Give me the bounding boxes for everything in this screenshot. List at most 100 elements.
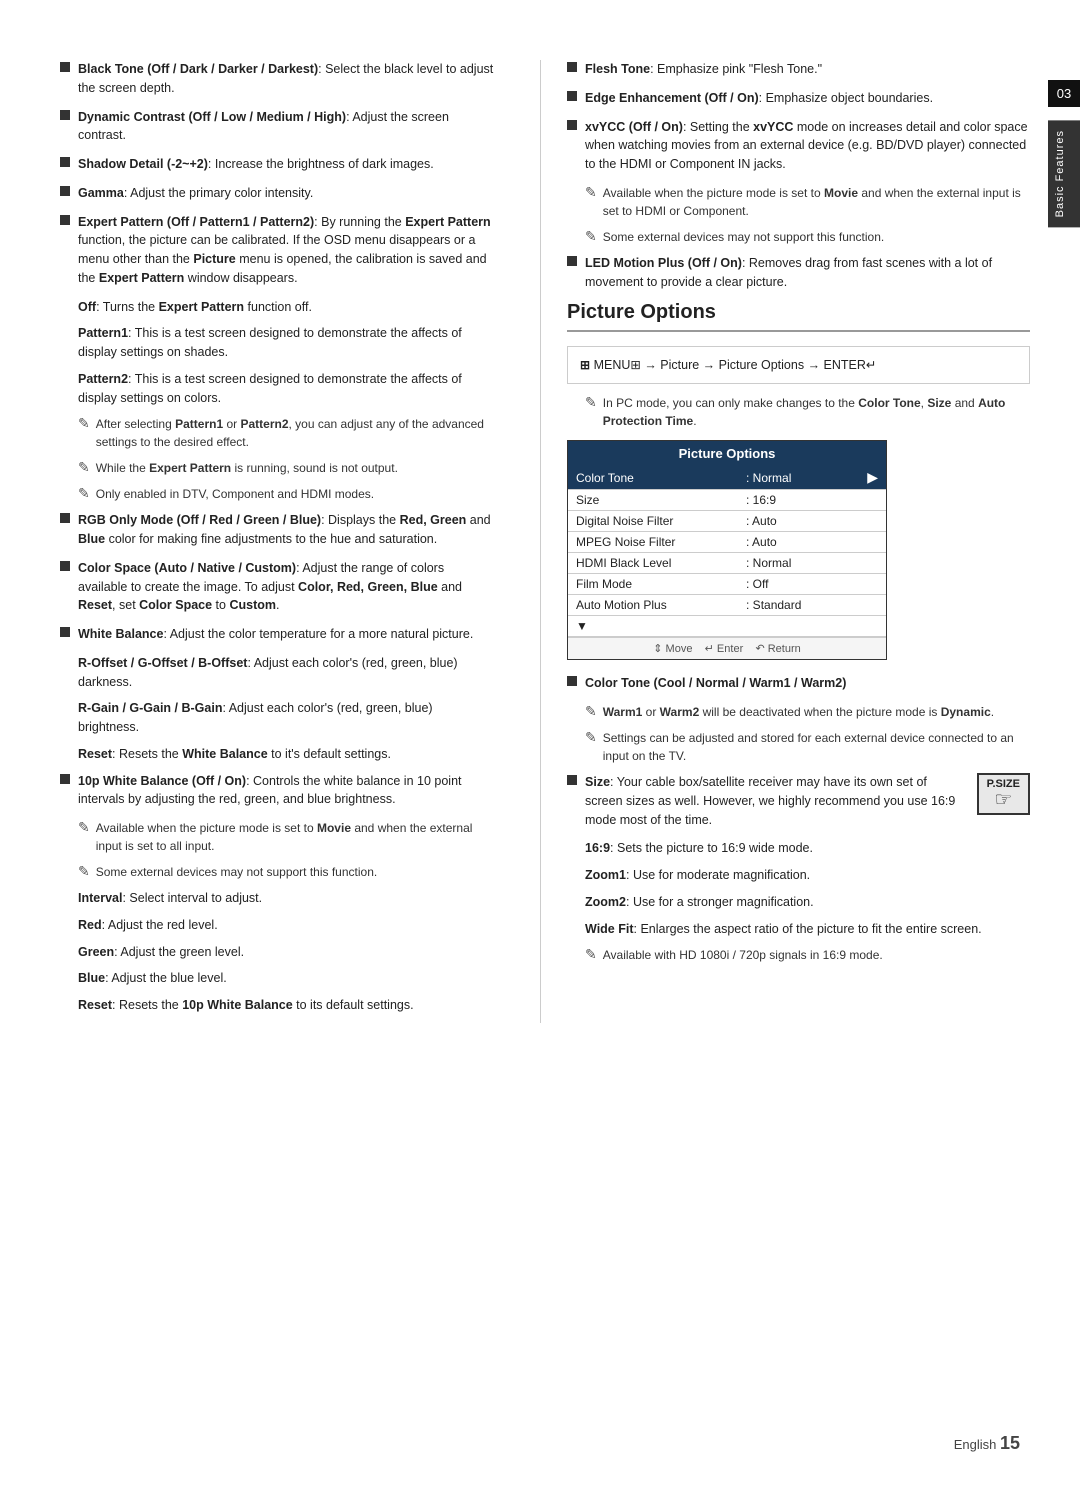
note-item: ✎ Available with HD 1080i / 720p signals… <box>585 946 1030 964</box>
list-item: White Balance: Adjust the color temperat… <box>60 625 494 644</box>
bullet-icon <box>567 256 577 266</box>
note-item: ✎ While the Expert Pattern is running, s… <box>78 459 494 477</box>
bullet-text: Expert Pattern (Off / Pattern1 / Pattern… <box>78 213 494 288</box>
bullet-icon <box>60 561 70 571</box>
note-item: ✎ Warm1 or Warm2 will be deactivated whe… <box>585 703 1030 721</box>
list-item: RGB Only Mode (Off / Red / Green / Blue)… <box>60 511 494 549</box>
bullet-text: Color Tone (Cool / Normal / Warm1 / Warm… <box>585 674 846 693</box>
footer-text: English <box>954 1437 997 1452</box>
note-text: Some external devices may not support th… <box>96 863 377 881</box>
note-item: ✎ Settings can be adjusted and stored fo… <box>585 729 1030 765</box>
osd-row-value: : Auto <box>746 535 878 549</box>
osd-row-value: : 16:9 <box>746 493 878 507</box>
note-item: ✎ Only enabled in DTV, Component and HDM… <box>78 485 494 503</box>
note-icon: ✎ <box>78 819 90 836</box>
osd-table-row: Color Tone : Normal ▶ <box>568 466 886 490</box>
bullet-icon <box>60 774 70 784</box>
note-icon: ✎ <box>585 184 597 201</box>
osd-table-row: Size : 16:9 <box>568 490 886 511</box>
bullet-text: Gamma: Adjust the primary color intensit… <box>78 184 313 203</box>
osd-table-row: Digital Noise Filter : Auto <box>568 511 886 532</box>
osd-row-value: : Normal <box>746 556 878 570</box>
sub-para: Reset: Resets the 10p White Balance to i… <box>78 996 494 1015</box>
note-icon: ✎ <box>78 863 90 880</box>
osd-table-row: ▼ <box>568 616 886 637</box>
osd-row-arrow: ▶ <box>867 469 878 486</box>
list-item: xvYCC (Off / On): Setting the xvYCC mode… <box>567 118 1030 174</box>
sub-para: Pattern1: This is a test screen designed… <box>78 324 494 362</box>
list-item: Flesh Tone: Emphasize pink "Flesh Tone." <box>567 60 1030 79</box>
note-text: Only enabled in DTV, Component and HDMI … <box>96 485 374 503</box>
osd-row-value: : Auto <box>746 514 878 528</box>
list-item: Black Tone (Off / Dark / Darker / Darkes… <box>60 60 494 98</box>
sub-para: Blue: Adjust the blue level. <box>78 969 494 988</box>
bullet-text: 10p White Balance (Off / On): Controls t… <box>78 772 494 810</box>
bullet-text: Edge Enhancement (Off / On): Emphasize o… <box>585 89 933 108</box>
note-icon: ✎ <box>585 703 597 720</box>
osd-table-header: Picture Options <box>568 441 886 466</box>
note-icon: ✎ <box>585 228 597 245</box>
list-item: Edge Enhancement (Off / On): Emphasize o… <box>567 89 1030 108</box>
sub-para: Reset: Resets the White Balance to it's … <box>78 745 494 764</box>
note-text: Settings can be adjusted and stored for … <box>603 729 1030 765</box>
note-text: After selecting Pattern1 or Pattern2, yo… <box>96 415 494 451</box>
bullet-text: Dynamic Contrast (Off / Low / Medium / H… <box>78 108 494 146</box>
size-section: Size: Your cable box/satellite receiver … <box>567 773 1030 829</box>
bullet-text: Black Tone (Off / Dark / Darker / Darkes… <box>78 60 494 98</box>
bullet-text: Shadow Detail (-2~+2): Increase the brig… <box>78 155 434 174</box>
bullet-text: White Balance: Adjust the color temperat… <box>78 625 473 644</box>
content-area: Black Tone (Off / Dark / Darker / Darkes… <box>0 0 1080 1083</box>
osd-row-label: MPEG Noise Filter <box>576 535 746 549</box>
sub-para: R-Offset / G-Offset / B-Offset: Adjust e… <box>78 654 494 692</box>
note-icon: ✎ <box>78 415 90 432</box>
menu-path-box: ⊞ MENU⊞ → Picture → Picture Options → EN… <box>567 346 1030 384</box>
note-icon: ✎ <box>585 394 597 411</box>
note-text: Available with HD 1080i / 720p signals i… <box>603 946 883 964</box>
list-item: 10p White Balance (Off / On): Controls t… <box>60 772 494 810</box>
bullet-text: LED Motion Plus (Off / On): Removes drag… <box>585 254 1030 292</box>
osd-row-label: Film Mode <box>576 577 746 591</box>
bullet-icon <box>567 120 577 130</box>
column-divider <box>540 60 541 1023</box>
bullet-text: Size: Your cable box/satellite receiver … <box>585 773 965 829</box>
left-column: Black Tone (Off / Dark / Darker / Darkes… <box>60 60 524 1023</box>
sub-para: Green: Adjust the green level. <box>78 943 494 962</box>
list-item: Gamma: Adjust the primary color intensit… <box>60 184 494 203</box>
osd-row-value: : Standard <box>746 598 878 612</box>
osd-row-value: : Normal <box>746 471 867 485</box>
osd-row-label: Digital Noise Filter <box>576 514 746 528</box>
sub-para: Wide Fit: Enlarges the aspect ratio of t… <box>585 920 1030 939</box>
osd-row-value: : Off <box>746 577 878 591</box>
footer-number: 15 <box>1000 1433 1020 1453</box>
size-bullet: Size: Your cable box/satellite receiver … <box>567 773 965 829</box>
list-item: Shadow Detail (-2~+2): Increase the brig… <box>60 155 494 174</box>
menu-path-text: MENU⊞ → Picture → Picture Options → ENTE… <box>594 358 877 372</box>
osd-row-label: Auto Motion Plus <box>576 598 746 612</box>
list-item: Dynamic Contrast (Off / Low / Medium / H… <box>60 108 494 146</box>
bullet-icon <box>567 676 577 686</box>
osd-row-scroll: ▼ <box>576 619 746 633</box>
menu-icon: ⊞ <box>580 358 590 372</box>
list-item: LED Motion Plus (Off / On): Removes drag… <box>567 254 1030 292</box>
sub-para: R-Gain / G-Gain / B-Gain: Adjust each co… <box>78 699 494 737</box>
bullet-icon <box>60 62 70 72</box>
osd-row-label: Size <box>576 493 746 507</box>
side-tab-number: 03 <box>1048 80 1080 107</box>
bullet-text: xvYCC (Off / On): Setting the xvYCC mode… <box>585 118 1030 174</box>
bullet-icon <box>60 110 70 120</box>
osd-table-row: Film Mode : Off <box>568 574 886 595</box>
bullet-icon <box>60 513 70 523</box>
osd-row-label: Color Tone <box>576 471 746 485</box>
note-icon: ✎ <box>78 459 90 476</box>
osd-row-label: HDMI Black Level <box>576 556 746 570</box>
note-icon: ✎ <box>78 485 90 502</box>
bullet-text: RGB Only Mode (Off / Red / Green / Blue)… <box>78 511 494 549</box>
list-item: Color Tone (Cool / Normal / Warm1 / Warm… <box>567 674 1030 693</box>
osd-table-row: Auto Motion Plus : Standard <box>568 595 886 616</box>
note-text: In PC mode, you can only make changes to… <box>603 394 1030 430</box>
osd-table-footer: ⇕ Move ↵ Enter ↶ Return <box>568 637 886 659</box>
note-icon: ✎ <box>585 729 597 746</box>
note-item: ✎ Some external devices may not support … <box>585 228 1030 246</box>
section-heading: Picture Options <box>567 301 1030 332</box>
note-icon: ✎ <box>585 946 597 963</box>
